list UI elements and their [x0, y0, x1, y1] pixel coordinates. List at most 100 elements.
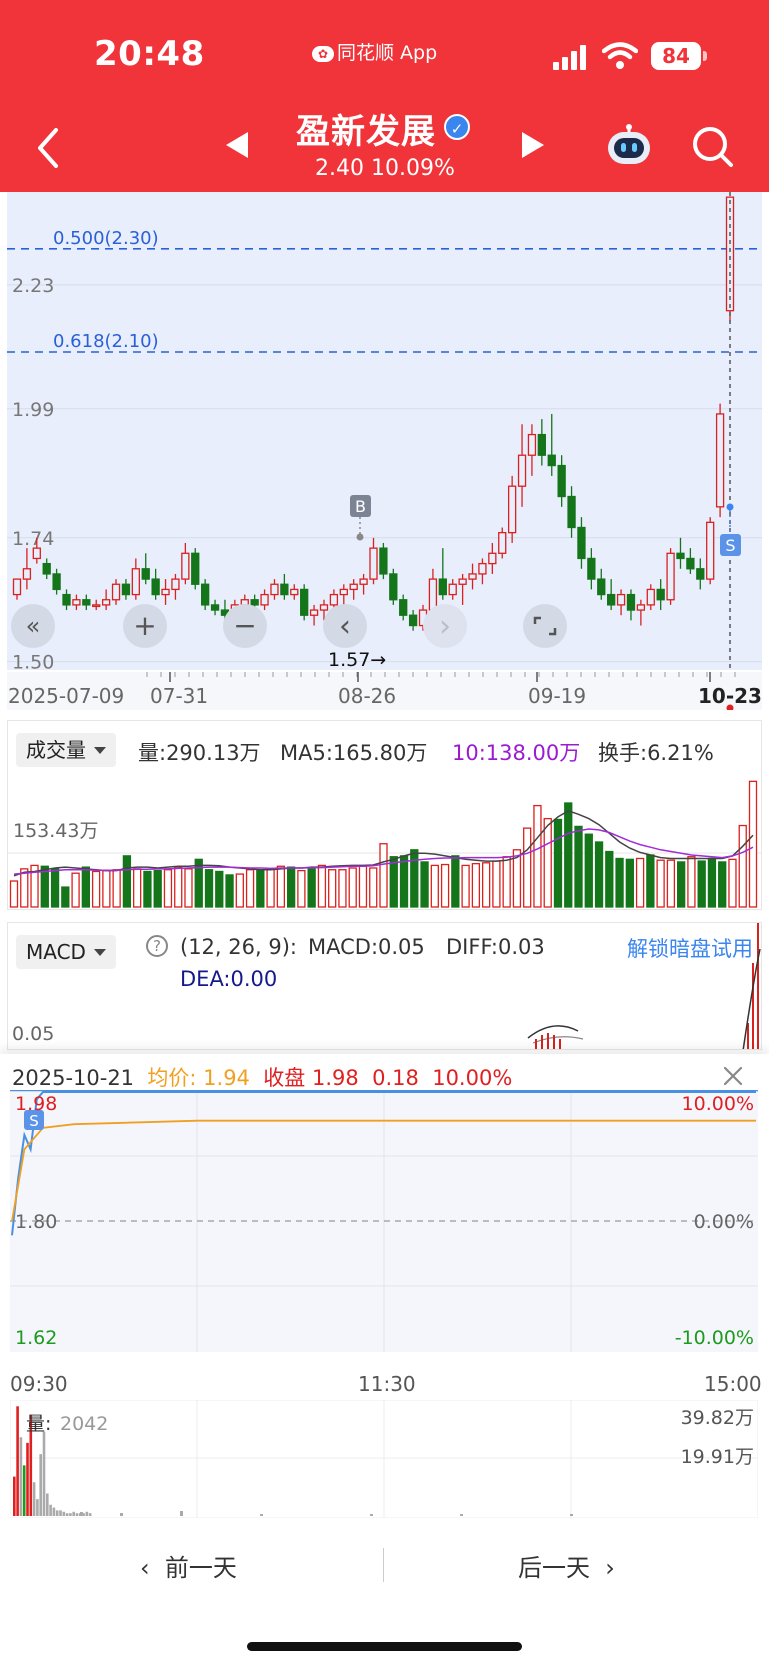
volume-bar	[256, 869, 265, 908]
volume-bar	[317, 864, 327, 908]
timeline-volume-bar	[75, 1513, 79, 1516]
candle	[666, 548, 675, 605]
volume-indicator-select[interactable]: 成交量	[16, 733, 116, 767]
volume-bar	[492, 860, 501, 908]
wifi-icon	[602, 42, 638, 69]
timeline-volume-bar	[72, 1511, 75, 1516]
timeline-volume-bar	[55, 1510, 59, 1516]
footer-divider	[383, 1548, 384, 1582]
volume-value: 量:290.13万	[138, 741, 261, 765]
verified-icon: ✓	[444, 114, 470, 140]
next-stock-button[interactable]	[522, 132, 544, 158]
timeline-volume-bar	[370, 1514, 373, 1516]
x-label-0731: 07-31	[150, 684, 209, 708]
volume-bar	[102, 869, 111, 908]
volume-bars	[9, 780, 758, 908]
fib-label: 0.618(2.10)	[53, 331, 159, 352]
timeline-volume-bar	[59, 1510, 62, 1516]
volume-bar	[553, 818, 563, 908]
back-arrow-icon[interactable]	[30, 118, 66, 178]
chevron-right-icon: ›	[605, 1554, 615, 1582]
volume-bar	[297, 869, 306, 908]
timeline-volume-bar	[69, 1513, 72, 1516]
volume-bar	[348, 867, 357, 908]
time-tick-close: 15:00	[704, 1372, 762, 1396]
cellular-signal-icon	[553, 44, 591, 70]
collapse-left-button[interactable]: «	[11, 604, 55, 648]
expand-button[interactable]	[523, 604, 567, 648]
candle	[300, 584, 309, 621]
zoom-in-button[interactable]: +	[123, 604, 167, 648]
kline-price-label: 1.99	[12, 399, 54, 421]
volume-bar	[605, 850, 614, 908]
volume-bar	[584, 833, 593, 908]
intraday-chg: 0.18	[372, 1066, 419, 1090]
intraday-close: 收盘 1.98	[263, 1066, 359, 1090]
volume-bar	[543, 817, 552, 908]
volume-bar	[215, 870, 224, 908]
kline-chart[interactable]: 0.500(2.30)0.618(2.10) 2.231.991.741.50 …	[7, 192, 762, 672]
ai-assistant-robot-icon[interactable]	[604, 124, 654, 168]
kline-price-label: 1.50	[12, 652, 54, 672]
volume-bar	[748, 780, 758, 908]
stock-change-pct: 10.09%	[370, 156, 455, 181]
candle	[191, 548, 200, 590]
timeline-volume-bar	[65, 1513, 69, 1516]
minus-icon: −	[233, 609, 256, 642]
fib-label: 0.500(2.30)	[53, 228, 159, 249]
next-day-button[interactable]: 后一天 ›	[518, 1548, 615, 1583]
volume-bar	[625, 858, 634, 908]
volume-bar	[122, 855, 132, 908]
scroll-right-button[interactable]: ›	[423, 604, 467, 648]
volume-bar	[50, 868, 60, 908]
volume-bar	[615, 857, 624, 908]
intraday-chg-pct: 10.00%	[432, 1066, 513, 1090]
svg-text:B: B	[355, 497, 366, 516]
chevron-left-icon: ‹	[339, 609, 351, 644]
intraday-avg: 均价: 1.94	[147, 1066, 250, 1090]
home-indicator	[247, 1642, 522, 1651]
intraday-header: 2025-10-21 均价: 1.94 收盘 1.98 0.18 10.00%	[12, 1062, 512, 1092]
timeline-volume-bar	[62, 1511, 66, 1516]
timeline-chart[interactable]: S 1.98 1.80 1.62 10.00% 0.00% -10.00%	[10, 1090, 758, 1390]
timeline-volume-bar	[19, 1437, 23, 1516]
volume-bar	[399, 855, 409, 908]
chevron-right-icon: ›	[439, 609, 451, 644]
volume-bar	[307, 868, 316, 908]
candle	[201, 579, 210, 611]
search-icon[interactable]	[690, 124, 736, 170]
timeline-volume-bar	[180, 1511, 183, 1516]
timeline-volume-bar	[39, 1454, 42, 1516]
volume-bar	[266, 868, 275, 908]
prev-stock-button[interactable]	[226, 132, 248, 158]
timeline-volume-bar	[42, 1431, 46, 1516]
volume-bar	[666, 859, 676, 908]
timeline-volume-bar	[85, 1511, 89, 1516]
volume-bar	[204, 869, 214, 908]
plus-icon: +	[133, 609, 156, 642]
volume-bar	[358, 865, 368, 908]
volume-select-label: 成交量	[26, 738, 86, 762]
zoom-out-button[interactable]: −	[223, 604, 267, 648]
macd-dea-line	[532, 1036, 584, 1044]
volume-bar	[451, 855, 460, 908]
timeline-volume-bar	[32, 1482, 36, 1516]
timeline-volume-bar	[570, 1514, 573, 1516]
volume-bar	[697, 860, 706, 908]
candle	[715, 403, 725, 518]
volume-bar	[440, 863, 450, 908]
volume-bar	[174, 866, 183, 908]
volume-bar	[235, 873, 244, 908]
scroll-left-button[interactable]: ‹	[323, 604, 367, 648]
volume-bar	[379, 843, 388, 908]
candle	[706, 517, 715, 585]
volume-bar	[61, 886, 70, 908]
volume-bar	[523, 827, 532, 908]
close-icon[interactable]	[723, 1066, 743, 1086]
prev-day-button[interactable]: ‹ 前一天	[140, 1548, 237, 1583]
macd-panel: MACD ? (12, 26, 9): MACD:0.05 DIFF:0.03 …	[7, 922, 762, 1050]
timeline-volume-bar	[88, 1513, 92, 1516]
volume-bar	[338, 869, 347, 908]
top-header: 20:48 ✿ 同花顺 App 84 盈新发展 ✓ 2.40 10.09%	[0, 0, 769, 192]
candle	[379, 542, 388, 580]
